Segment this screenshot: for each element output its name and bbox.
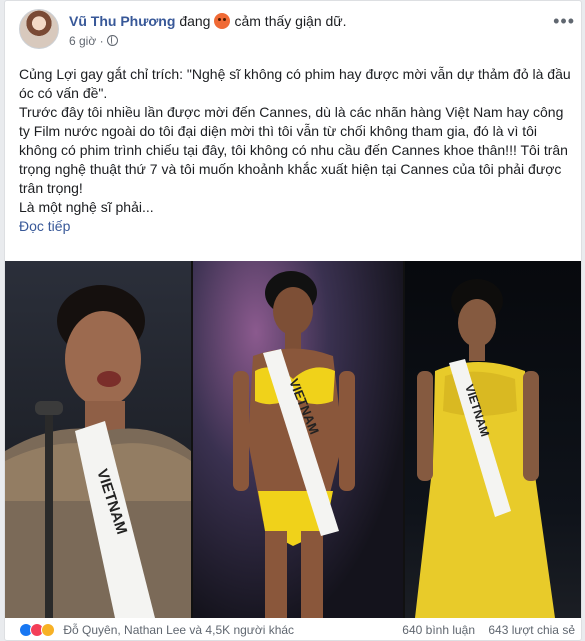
angry-emoji-icon — [214, 13, 231, 29]
post-paragraph: Củng Lợi gay gắt chỉ trích: "Nghệ sĩ khô… — [19, 66, 571, 101]
author-name[interactable]: Vũ Thu Phương — [69, 13, 175, 29]
separator: · — [99, 34, 104, 48]
more-options-icon[interactable]: ••• — [553, 11, 575, 32]
haha-icon[interactable] — [41, 623, 55, 637]
photo-collage: VIETNAM VIETNAM VIETNAM — [5, 261, 581, 618]
reactors-text[interactable]: Đỗ Quyên, Nathan Lee và 4,5K người khác — [63, 623, 294, 637]
post-footer: Đỗ Quyên, Nathan Lee và 4,5K người khác … — [19, 623, 575, 640]
post-card: Vũ Thu Phương đang cảm thấy giận dữ. 6 gi… — [4, 0, 582, 641]
photo-1-illustration: VIETNAM — [5, 285, 191, 618]
photo-2-illustration: VIETNAM — [233, 271, 355, 618]
post-meta: 6 giờ · — [69, 34, 118, 48]
author-avatar[interactable] — [19, 9, 59, 49]
post-body: Củng Lợi gay gắt chỉ trích: "Nghệ sĩ khô… — [19, 65, 571, 236]
post-paragraph: Là một nghệ sĩ phải... — [19, 199, 154, 215]
engagement-counts: 640 bình luận 643 lượt chia sẻ — [392, 623, 575, 637]
public-globe-icon — [106, 35, 118, 46]
share-count[interactable]: 643 lượt chia sẻ — [488, 623, 575, 637]
photo-1[interactable]: VIETNAM — [5, 261, 191, 618]
author-line: Vũ Thu Phương đang cảm thấy giận dữ. — [69, 13, 347, 29]
read-more-link[interactable]: Đọc tiếp — [19, 217, 70, 236]
feeling-text: cảm thấy giận dữ. — [234, 13, 347, 29]
photo-3[interactable]: VIETNAM — [405, 261, 581, 618]
photo-3-illustration: VIETNAM — [415, 279, 555, 618]
post-header: Vũ Thu Phương đang cảm thấy giận dữ. 6 gi… — [19, 9, 575, 55]
photo-2[interactable]: VIETNAM — [193, 261, 403, 618]
comment-count[interactable]: 640 bình luận — [402, 623, 475, 637]
post-time[interactable]: 6 giờ — [69, 34, 96, 48]
post-paragraph: Trước đây tôi nhiều lần được mời đến Can… — [19, 104, 568, 196]
feeling-prefix: đang — [179, 13, 211, 29]
